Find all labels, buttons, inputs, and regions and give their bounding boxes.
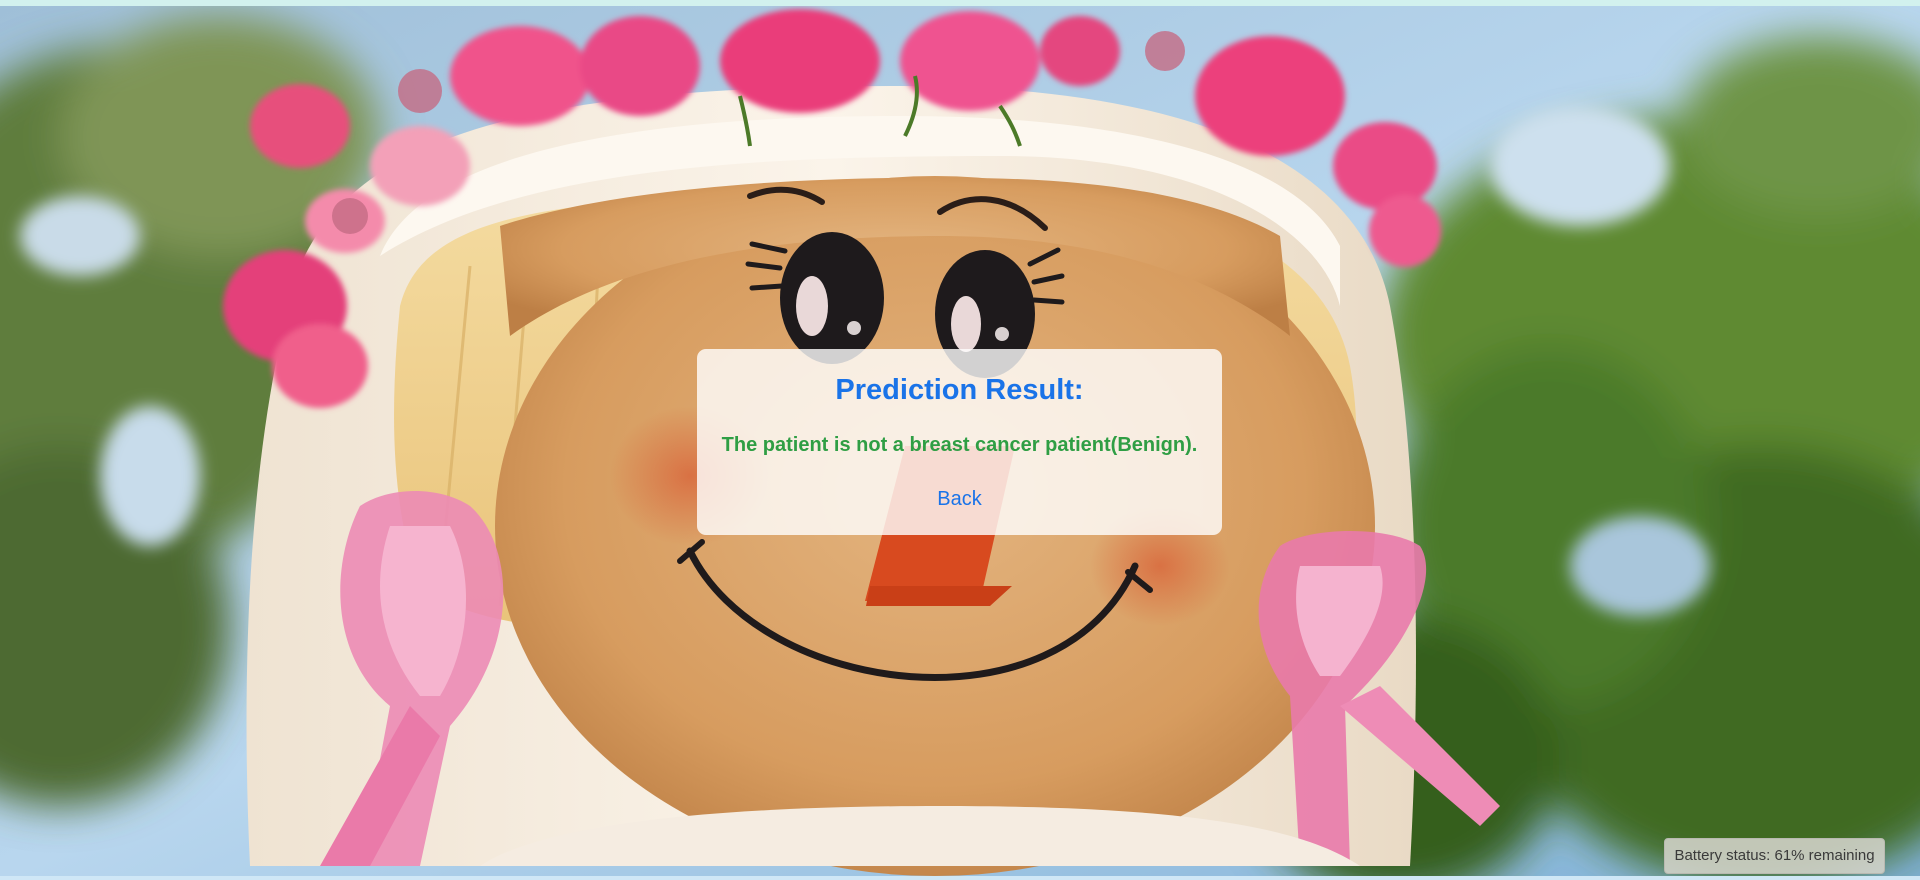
- prediction-result-message: The patient is not a breast cancer patie…: [721, 434, 1198, 456]
- prediction-result-title: Prediction Result:: [835, 374, 1084, 406]
- top-strip: [0, 0, 1920, 6]
- bottom-strip: [0, 876, 1920, 880]
- prediction-result-page: Prediction Result: The patient is not a …: [0, 0, 1920, 880]
- battery-status-badge: Battery status: 61% remaining: [1664, 838, 1885, 874]
- back-link[interactable]: Back: [697, 487, 1222, 511]
- prediction-result-card: Prediction Result: The patient is not a …: [697, 349, 1222, 535]
